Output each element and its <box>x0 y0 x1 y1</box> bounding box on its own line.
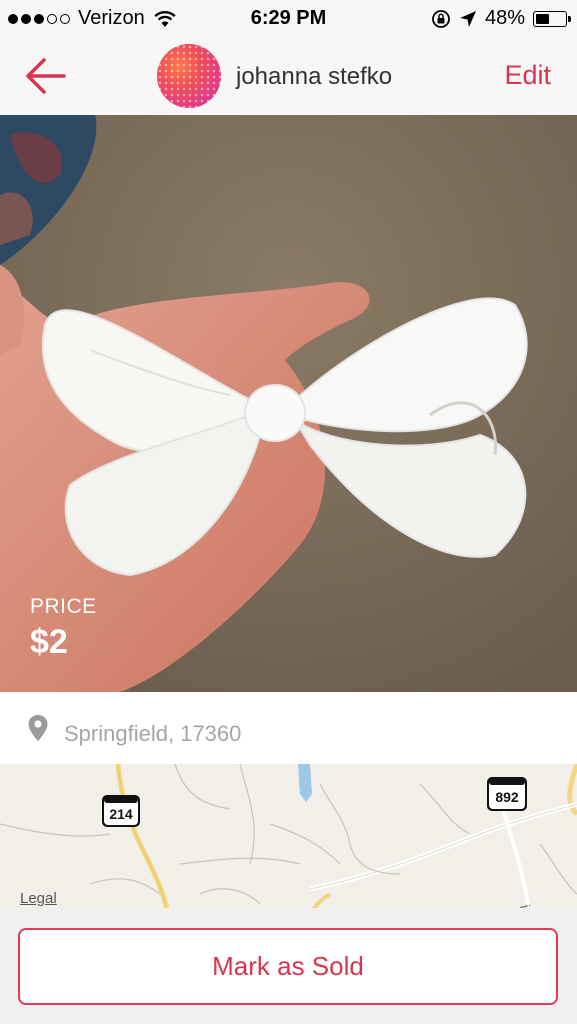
price-label: PRICE <box>30 595 97 618</box>
battery-percent: 48% <box>484 7 525 29</box>
status-bar: Verizon 6:29 PM 48% <box>0 0 577 38</box>
listing-photo[interactable]: PRICE $2 <box>0 115 577 692</box>
road-shield-label: 214 <box>109 806 133 822</box>
map-image: 214 892 in St <box>0 764 577 914</box>
battery-fill <box>536 13 549 24</box>
location-row: Springfield, 17360 <box>0 692 577 764</box>
road-shield-label: 892 <box>495 789 519 805</box>
battery-icon <box>533 10 571 27</box>
location-pin-icon <box>28 715 48 741</box>
seller-name[interactable]: johanna stefko <box>236 63 392 91</box>
item-detail-screen: Verizon 6:29 PM 48% johanna stefko Edit … <box>0 0 577 1024</box>
back-arrow-icon[interactable] <box>22 56 66 96</box>
rotation-lock-icon <box>432 9 450 28</box>
location-services-icon <box>459 10 476 27</box>
status-right: 48% <box>431 7 571 30</box>
mark-as-sold-button[interactable]: Mark as Sold <box>18 928 558 1005</box>
location-text: Springfield, 17360 <box>64 721 242 746</box>
road-shield-214: 214 <box>102 795 140 827</box>
road-shield-892: 892 <box>487 777 527 811</box>
price-value: $2 <box>30 623 68 661</box>
map-legal-link[interactable]: Legal <box>20 890 57 907</box>
seller-avatar[interactable] <box>157 44 221 108</box>
location-map[interactable]: 214 892 in St Legal <box>0 764 577 914</box>
edit-button[interactable]: Edit <box>504 60 551 91</box>
navigation-bar: johanna stefko Edit <box>0 38 577 115</box>
